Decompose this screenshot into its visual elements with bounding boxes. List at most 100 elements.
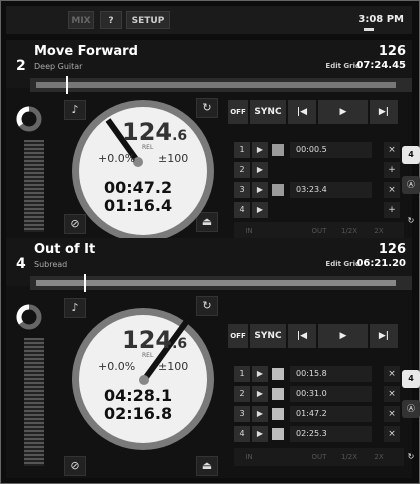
deck-number: 4 [16, 256, 26, 272]
cue-clear-icon[interactable]: × [384, 142, 400, 158]
cue-row[interactable]: 3 ▶ 03:23.4 × [234, 182, 404, 198]
cue-clear-icon[interactable]: × [384, 366, 400, 382]
cue-number: 3 [234, 406, 250, 422]
elapsed-time: 04:28.1 [104, 386, 173, 405]
track-title: Out of It [34, 242, 96, 257]
track-bpm: 126 [378, 242, 406, 257]
cue-number: 4 [234, 202, 250, 218]
cue-color-swatch [272, 368, 284, 380]
remaining-time: 07:24.45 [356, 60, 406, 71]
cue-clear-icon[interactable]: × [384, 426, 400, 442]
elapsed-time: 00:47.2 [104, 178, 173, 197]
off-button[interactable]: OFF [228, 324, 248, 348]
eject-icon[interactable]: ⏏ [196, 456, 218, 476]
gain-knob-icon[interactable] [16, 304, 42, 330]
key-icon[interactable]: ⊘ [64, 456, 86, 476]
next-track-icon[interactable]: ▶| [370, 100, 398, 124]
sync-button[interactable]: SYNC [250, 324, 286, 348]
cue-clear-icon[interactable]: × [384, 182, 400, 198]
cue-time: 00:31.0 [290, 386, 372, 402]
deck-number: 2 [16, 58, 26, 74]
cue-row[interactable]: 2 ▶ 00:31.0 × [234, 386, 404, 402]
deck-badge: 4 [402, 146, 420, 164]
top-bar: MIX ? SETUP 3:08 PM [6, 6, 412, 34]
off-button[interactable]: OFF [228, 100, 248, 124]
clock-text: 3:08 PM [358, 14, 404, 25]
cue-row[interactable]: 3 ▶ 01:47.2 × [234, 406, 404, 422]
deck-bottom: 4 Out of It Subread 126 Edit Grid 06:21.… [6, 238, 420, 478]
cue-add-icon[interactable]: + [384, 162, 400, 178]
play-icon[interactable]: ▶ [318, 100, 368, 124]
help-button[interactable]: ? [100, 11, 122, 29]
remaining-time: 06:21.20 [356, 258, 406, 269]
rel-label: REL [142, 144, 154, 151]
cue-number: 4 [234, 426, 250, 442]
cue-play-icon[interactable]: ▶ [252, 406, 268, 422]
cue-clear-icon[interactable]: × [384, 386, 400, 402]
cue-color-swatch [272, 184, 284, 196]
loop-controls: IN OUT 1/2X 2X [234, 448, 404, 466]
turntable[interactable]: 124.6 REL +0.0% ±100 00:47.2 01:16.4 [72, 100, 214, 242]
auto-icon[interactable]: Ⓐ [402, 176, 420, 194]
cue-time: 03:23.4 [290, 182, 372, 198]
cue-time: 02:25.3 [290, 426, 372, 442]
edit-grid-button[interactable]: Edit Grid [325, 260, 360, 268]
loop-in-button[interactable]: IN [234, 448, 264, 466]
cue-row[interactable]: 1 ▶ 00:00.5 × [234, 142, 404, 158]
loop-refresh-icon[interactable]: ↻ [402, 448, 420, 466]
cue-color-swatch [272, 388, 284, 400]
loop-double-button[interactable]: 2X [364, 448, 394, 466]
cue-number: 1 [234, 142, 250, 158]
cue-play-icon[interactable]: ▶ [252, 142, 268, 158]
rel-label: REL [142, 352, 154, 359]
cue-clear-icon[interactable]: × [384, 406, 400, 422]
cue-play-icon[interactable]: ▶ [252, 386, 268, 402]
loop-out-button[interactable]: OUT [304, 448, 334, 466]
cue-color-swatch [272, 408, 284, 420]
cue-play-icon[interactable]: ▶ [252, 366, 268, 382]
loop-refresh-icon[interactable]: ↻ [402, 212, 420, 230]
waveform-overview[interactable] [30, 274, 412, 292]
cue-row[interactable]: 2 ▶ + [234, 162, 404, 178]
track-bpm: 126 [378, 44, 406, 59]
cue-play-icon[interactable]: ▶ [252, 182, 268, 198]
transport-bar: OFF SYNC |◀ ▶ ▶| [228, 100, 402, 124]
cue-time: 00:00.5 [290, 142, 372, 158]
transport-bar: OFF SYNC |◀ ▶ ▶| [228, 324, 402, 348]
waveform [36, 280, 396, 286]
loop-half-button[interactable]: 1/2X [334, 448, 364, 466]
cue-play-icon[interactable]: ▶ [252, 162, 268, 178]
mix-button[interactable]: MIX [68, 11, 94, 29]
cue-time: 01:47.2 [290, 406, 372, 422]
remaining-disc-time: 02:16.8 [104, 404, 173, 423]
pitch-range: ±100 [158, 360, 189, 373]
turntable[interactable]: 124.6 REL +0.0% ±100 04:28.1 02:16.8 [72, 308, 214, 450]
auto-icon[interactable]: Ⓐ [402, 400, 420, 418]
cue-color-swatch [272, 428, 284, 440]
cue-row[interactable]: 4 ▶ 02:25.3 × [234, 426, 404, 442]
cue-play-icon[interactable]: ▶ [252, 202, 268, 218]
prev-track-icon[interactable]: |◀ [288, 100, 316, 124]
cue-add-icon[interactable]: + [384, 202, 400, 218]
gain-knob-icon[interactable] [16, 106, 42, 132]
pitch-range: ±100 [158, 152, 189, 165]
setup-button[interactable]: SETUP [126, 11, 170, 29]
waveform-overview[interactable] [30, 76, 412, 94]
cue-play-icon[interactable]: ▶ [252, 426, 268, 442]
playhead[interactable] [84, 274, 86, 292]
level-meter [24, 338, 44, 466]
edit-grid-button[interactable]: Edit Grid [325, 62, 360, 70]
prev-track-icon[interactable]: |◀ [288, 324, 316, 348]
cue-row[interactable]: 1 ▶ 00:15.8 × [234, 366, 404, 382]
sync-button[interactable]: SYNC [250, 100, 286, 124]
pitch-percent: +0.0% [98, 360, 136, 373]
cue-row[interactable]: 4 ▶ + [234, 202, 404, 218]
playhead[interactable] [66, 76, 68, 94]
deck-badge: 4 [402, 370, 420, 388]
play-icon[interactable]: ▶ [318, 324, 368, 348]
track-artist: Deep Guitar [34, 62, 83, 71]
level-meter [24, 140, 44, 232]
cue-number: 2 [234, 162, 250, 178]
next-track-icon[interactable]: ▶| [370, 324, 398, 348]
battery-indicator [364, 28, 374, 31]
